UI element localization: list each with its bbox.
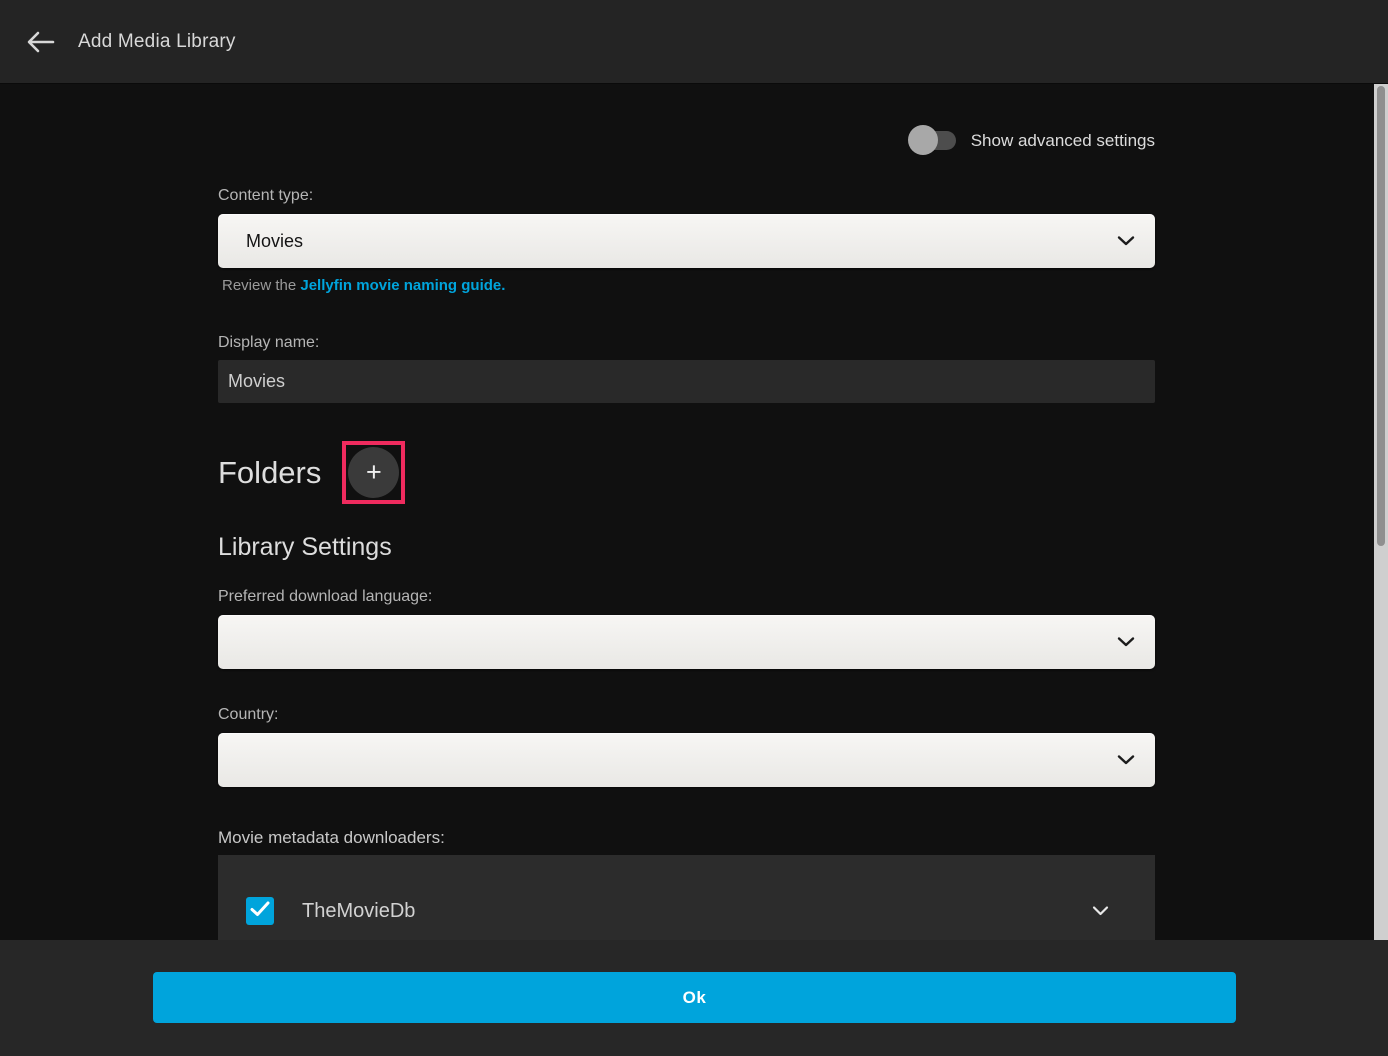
folders-heading: Folders [218, 455, 321, 491]
show-advanced-toggle[interactable] [908, 125, 956, 156]
add-folder-button[interactable]: + [348, 447, 399, 498]
checkmark-icon [250, 901, 270, 922]
ok-button[interactable]: Ok [153, 972, 1236, 1023]
content-type-value: Movies [246, 231, 303, 252]
country-select[interactable] [218, 733, 1155, 787]
display-name-label: Display name: [218, 334, 1155, 352]
content-type-select[interactable]: Movies [218, 214, 1155, 268]
header-bar: Add Media Library [0, 0, 1388, 84]
footer-bar: Ok [0, 940, 1388, 1056]
content-type-help: Review the Jellyfin movie naming guide. [218, 277, 1155, 294]
plus-icon: + [366, 459, 382, 486]
content-type-label: Content type: [218, 187, 1155, 205]
downloader-name: TheMovieDb [302, 900, 415, 923]
expand-chevron-down-icon[interactable] [1092, 906, 1109, 917]
scroll-content: Show advanced settings Content type: Mov… [0, 84, 1374, 1056]
library-settings-heading: Library Settings [218, 533, 1155, 562]
chevron-down-icon [1117, 755, 1135, 766]
preferred-language-label: Preferred download language: [218, 588, 1155, 606]
naming-guide-link[interactable]: Jellyfin movie naming guide [300, 277, 501, 294]
show-advanced-label: Show advanced settings [971, 131, 1155, 151]
chevron-down-icon [1117, 236, 1135, 247]
help-text-suffix: . [501, 277, 505, 294]
click-highlight: + [342, 441, 405, 504]
display-name-input[interactable] [218, 360, 1155, 403]
themoviedb-checkbox[interactable] [246, 897, 274, 925]
help-text-prefix: Review the [222, 277, 300, 294]
folders-section: Folders + [218, 441, 1155, 504]
chevron-down-icon [1117, 637, 1135, 648]
advanced-settings-row: Show advanced settings [218, 84, 1155, 156]
country-label: Country: [218, 706, 1155, 724]
scrollbar-thumb[interactable] [1377, 86, 1385, 546]
toggle-knob [908, 125, 938, 155]
scrollbar-track[interactable] [1374, 84, 1388, 940]
page-title: Add Media Library [78, 31, 236, 53]
metadata-downloaders-label: Movie metadata downloaders: [218, 828, 1155, 848]
back-arrow-icon[interactable] [16, 18, 64, 66]
preferred-language-select[interactable] [218, 615, 1155, 669]
